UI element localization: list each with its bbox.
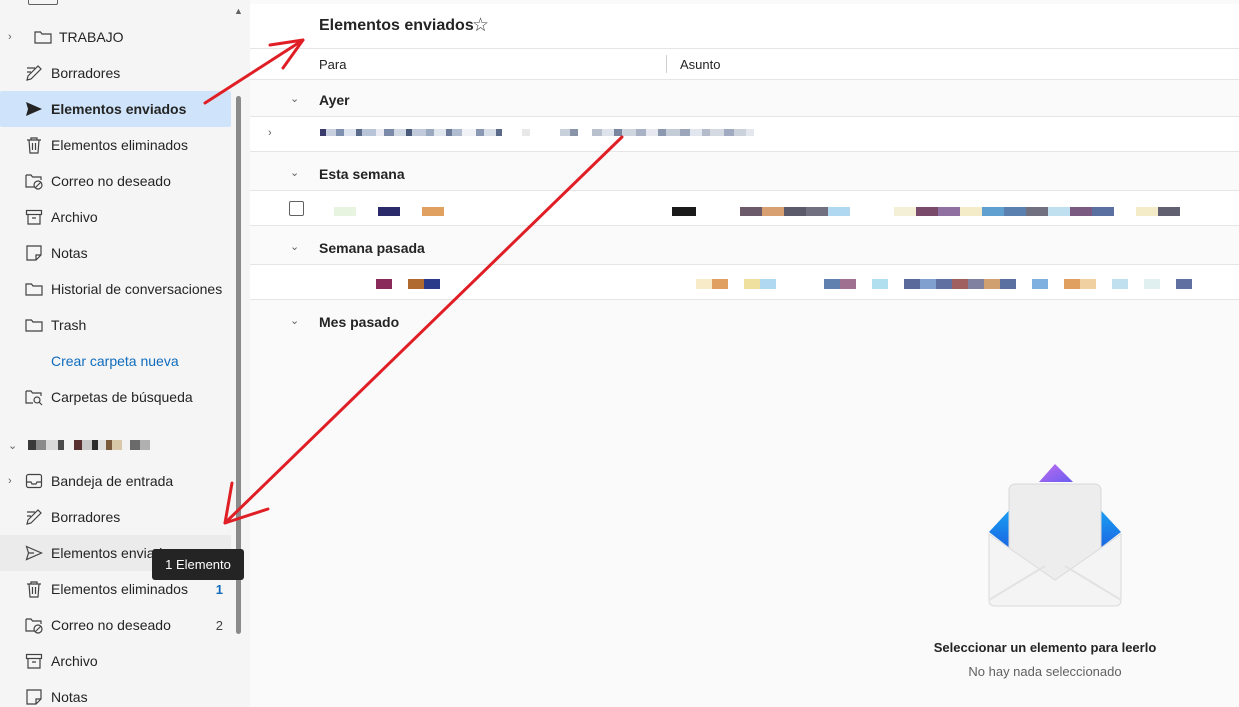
group-label: Semana pasada (319, 240, 425, 256)
empty-state-title: Seleccionar un elemento para leerlo (933, 640, 1157, 655)
folder-carpetas-de-busqueda[interactable]: Carpetas de búsqueda (0, 379, 231, 415)
message-list-header: Elementos enviados ☆ (250, 4, 1239, 49)
chevron-right-icon[interactable]: › (268, 127, 272, 139)
folder-elementos-enviados[interactable]: Elementos enviados (0, 91, 231, 127)
folder-label: Elementos enviados (51, 101, 187, 117)
column-divider[interactable] (666, 55, 667, 73)
folder-elementos-eliminados[interactable]: Elementos eliminados (0, 127, 231, 163)
notes-icon (25, 688, 43, 706)
junk-folder-icon (25, 616, 43, 634)
folder-label: Historial de conversaciones (51, 281, 223, 297)
create-folder-link[interactable]: Crear carpeta nueva (0, 343, 231, 379)
folder-label: Elementos eliminados (51, 137, 188, 153)
redacted-account-name (28, 440, 150, 450)
trash-icon (25, 580, 43, 598)
folder-correo-no-deseado-2[interactable]: Correo no deseado 2 (0, 607, 231, 643)
redacted-message-text (320, 129, 754, 136)
group-header[interactable]: ⌄ Ayer (250, 82, 1239, 118)
folder-icon (25, 316, 43, 334)
folder-label: Archivo (51, 653, 98, 669)
envelope-illustration (987, 462, 1123, 612)
archive-icon (25, 208, 43, 226)
folder-icon (34, 28, 52, 46)
scroll-up-arrow[interactable]: ▲ (234, 6, 243, 16)
chevron-right-icon[interactable]: › (8, 31, 18, 43)
group-header[interactable]: ⌄ Semana pasada (250, 230, 1239, 266)
folder-notas[interactable]: Notas (0, 235, 231, 271)
folder-label: Archivo (51, 209, 98, 225)
unread-count-badge: 1 (215, 581, 223, 597)
folder-label: Correo no deseado (51, 173, 171, 189)
column-header-to[interactable]: Para (319, 57, 346, 72)
folder-correo-no-deseado[interactable]: Correo no deseado (0, 163, 231, 199)
redacted-sender (334, 207, 444, 216)
redacted-subject (696, 279, 1192, 289)
chevron-down-icon[interactable]: ⌄ (290, 314, 299, 327)
favorite-star-icon[interactable]: ☆ (472, 14, 489, 37)
folder-label: Borradores (51, 509, 121, 525)
junk-folder-icon (25, 172, 43, 190)
folder-label: Bandeja de entrada (51, 473, 174, 489)
folder-label: TRABAJO (59, 29, 124, 45)
folder-archivo[interactable]: Archivo (0, 199, 231, 235)
message-row[interactable]: › (250, 116, 1239, 152)
message-row[interactable] (250, 190, 1239, 226)
chevron-down-icon[interactable]: ⌄ (290, 240, 299, 253)
create-folder-label[interactable]: Crear carpeta nueva (51, 353, 179, 369)
send-icon (25, 544, 43, 562)
folder-label: Notas (51, 245, 88, 261)
redacted-sender (376, 279, 440, 289)
chevron-down-icon[interactable]: ⌄ (290, 92, 299, 105)
folder-label: Notas (51, 689, 88, 705)
search-folder-icon (25, 388, 43, 406)
folder-trabajo[interactable]: › TRABAJO (0, 19, 231, 55)
send-icon (25, 100, 43, 118)
folder-borradores[interactable]: Borradores (0, 55, 231, 91)
page-title: Elementos enviados (319, 17, 474, 34)
drafts-icon (25, 64, 43, 82)
folder-icon (25, 280, 43, 298)
message-row[interactable] (250, 264, 1239, 300)
group-label: Mes pasado (319, 314, 400, 330)
redacted-subject (672, 207, 1180, 216)
folder-pane: ▲ › TRABAJO Borradores Elementos enviado… (0, 0, 250, 707)
folder-borradores-2[interactable]: Borradores (0, 499, 231, 535)
column-headers: Para Asunto (250, 49, 1239, 80)
trash-icon (25, 136, 43, 154)
select-checkbox[interactable] (289, 201, 304, 216)
drafts-icon (25, 508, 43, 526)
group-header[interactable]: ⌄ Mes pasado (250, 304, 1239, 340)
folder-label: Borradores (51, 65, 121, 81)
folder-archivo-2[interactable]: Archivo (0, 643, 231, 679)
folder-bandeja-de-entrada[interactable]: › Bandeja de entrada (0, 463, 231, 499)
message-list-pane: Elementos enviados ☆ Para Asunto ⌄ Ayer … (250, 0, 1239, 707)
group-label: Esta semana (319, 166, 405, 182)
archive-icon (25, 652, 43, 670)
chevron-right-icon[interactable]: › (8, 475, 18, 487)
chevron-down-icon[interactable]: ⌄ (290, 166, 299, 179)
folder-label: Carpetas de búsqueda (51, 389, 193, 405)
column-header-subject[interactable]: Asunto (680, 57, 720, 72)
chevron-down-icon[interactable]: ⌄ (8, 439, 17, 452)
folder-icon (28, 0, 58, 5)
folder-notas-2[interactable]: Notas (0, 679, 231, 707)
account-header[interactable]: ⌄ (0, 428, 231, 462)
empty-state-subtitle: No hay nada seleccionado (968, 664, 1122, 679)
folder-label: Correo no deseado (51, 617, 171, 633)
group-header[interactable]: ⌄ Esta semana (250, 156, 1239, 192)
folder-label: Trash (51, 317, 87, 333)
notes-icon (25, 244, 43, 262)
folder-label: Elementos eliminados (51, 581, 188, 597)
folder-historial-de-conversaciones[interactable]: Historial de conversaciones (0, 271, 231, 307)
folder-trash[interactable]: Trash (0, 307, 231, 343)
folder-tooltip: 1 Elemento (152, 549, 244, 580)
item-count-badge: 2 (215, 617, 223, 633)
inbox-icon (25, 472, 43, 490)
group-label: Ayer (319, 92, 350, 108)
